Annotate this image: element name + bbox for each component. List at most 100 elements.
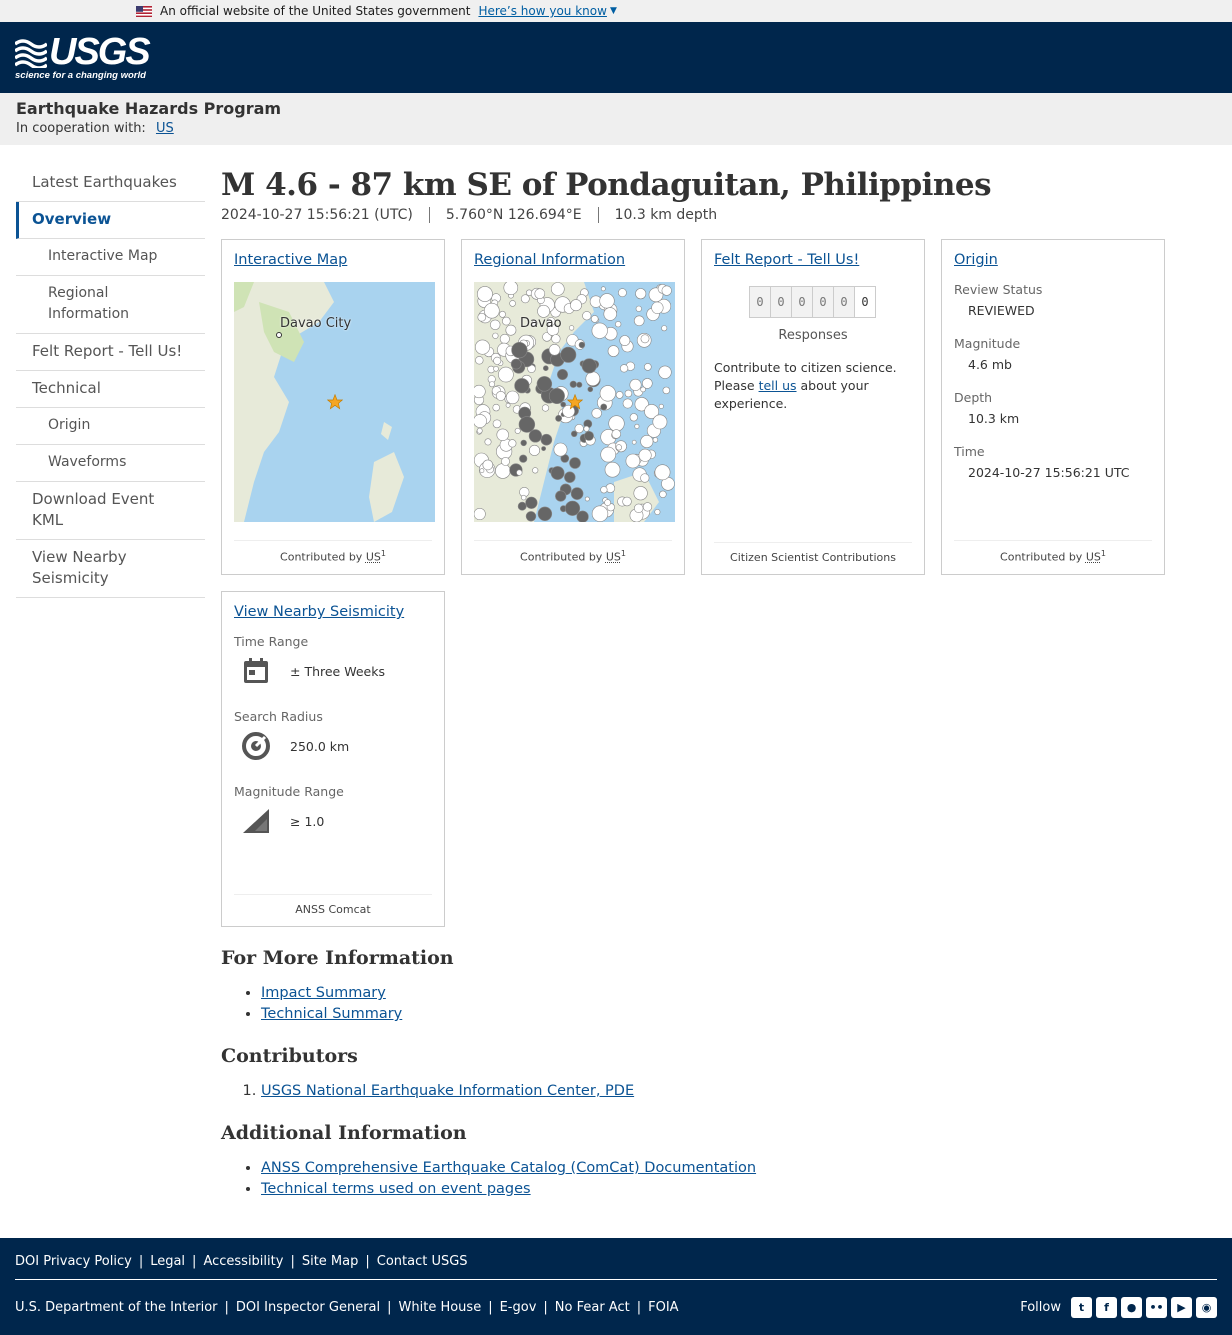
seismic-event-marker xyxy=(611,429,622,439)
seismic-event-marker xyxy=(492,403,500,412)
sidebar-item-download-kml[interactable]: Download Event KML xyxy=(16,482,205,540)
sidebar-item-interactive-map[interactable]: Interactive Map xyxy=(16,239,205,276)
seismic-event-marker xyxy=(640,435,654,449)
neic-link[interactable]: USGS National Earthquake Information Cen… xyxy=(261,1083,634,1099)
footer-sup: 1 xyxy=(380,549,386,559)
seismic-event-marker xyxy=(528,444,540,456)
seismic-event-marker xyxy=(583,425,590,432)
footer-prefix: Contributed by xyxy=(280,551,363,564)
twitter-icon[interactable]: t xyxy=(1071,1296,1092,1318)
regional-map-thumbnail[interactable]: Davao xyxy=(474,282,675,522)
seismic-event-marker xyxy=(503,282,519,295)
counter-digit: 0 xyxy=(833,286,855,318)
seismic-event-marker xyxy=(642,502,653,512)
seismic-event-marker xyxy=(600,486,608,494)
sidebar-item-overview[interactable]: Overview xyxy=(16,202,205,239)
regional-card-footer: Contributed by US1 xyxy=(474,540,672,564)
footer-separator: | xyxy=(636,1299,642,1315)
sidebar-item-felt-report[interactable]: Felt Report - Tell Us! xyxy=(16,334,205,371)
felt-report-link[interactable]: Felt Report - Tell Us! xyxy=(714,252,859,268)
seismic-event-marker xyxy=(475,339,490,355)
responses-label: Responses xyxy=(778,328,848,343)
seismic-event-marker xyxy=(619,335,631,346)
github-icon[interactable]: ● xyxy=(1121,1296,1142,1318)
footer-link-no-fear[interactable]: No Fear Act xyxy=(555,1300,630,1315)
origin-card: Origin Review Status REVIEWED Magnitude … xyxy=(941,239,1165,575)
footer-link-accessibility[interactable]: Accessibility xyxy=(203,1254,283,1269)
footer-link-site-map[interactable]: Site Map xyxy=(302,1254,359,1269)
seismic-event-marker xyxy=(555,490,567,502)
footer-link-contact[interactable]: Contact USGS xyxy=(377,1254,468,1269)
seismic-event-marker xyxy=(514,378,530,394)
interactive-map-link[interactable]: Interactive Map xyxy=(234,252,347,268)
sidebar-item-nearby-seismicity[interactable]: View Nearby Seismicity xyxy=(16,540,205,598)
flickr-icon[interactable]: •• xyxy=(1146,1296,1167,1318)
more-info-list: Impact Summary Technical Summary xyxy=(261,983,1211,1025)
footer-separator: | xyxy=(488,1299,493,1315)
map-city-label: Davao City xyxy=(280,316,352,331)
interactive-map-thumbnail[interactable]: Davao City xyxy=(234,282,435,522)
usgs-logo[interactable]: USGS science for a changing world xyxy=(15,33,151,81)
comcat-docs-link[interactable]: ANSS Comprehensive Earthquake Catalog (C… xyxy=(261,1160,756,1176)
footer-link-privacy[interactable]: DOI Privacy Policy xyxy=(15,1254,132,1269)
footer-contributor-abbr: US xyxy=(1085,551,1101,564)
time-value: 2024-10-27 15:56:21 UTC xyxy=(968,465,1130,480)
magnitude-label: Magnitude xyxy=(954,336,1021,351)
footer-link-doi[interactable]: U.S. Department of the Interior xyxy=(15,1300,218,1315)
origin-link[interactable]: Origin xyxy=(954,252,998,268)
footer-link-inspector-general[interactable]: DOI Inspector General xyxy=(236,1300,380,1315)
seismic-event-marker xyxy=(551,334,561,344)
seismic-event-marker xyxy=(520,294,530,304)
seismic-event-marker xyxy=(476,427,483,434)
follow-label: Follow xyxy=(1020,1299,1061,1315)
technical-terms-link[interactable]: Technical terms used on event pages xyxy=(261,1181,531,1197)
seismic-event-marker xyxy=(568,325,575,331)
technical-summary-link[interactable]: Technical Summary xyxy=(261,1006,402,1022)
impact-summary-link[interactable]: Impact Summary xyxy=(261,985,386,1001)
seismic-event-marker xyxy=(493,366,499,372)
seismic-event-marker xyxy=(541,446,546,451)
seismic-event-marker xyxy=(564,500,581,516)
sidebar-item-technical[interactable]: Technical xyxy=(16,371,205,408)
event-time: 2024-10-27 15:56:21 (UTC) xyxy=(221,207,430,223)
footer-link-white-house[interactable]: White House xyxy=(399,1300,482,1315)
footer-link-foia[interactable]: FOIA xyxy=(648,1300,678,1315)
seismic-event-marker xyxy=(615,391,624,399)
sidebar-item-regional-information[interactable]: Regional Information xyxy=(16,276,205,334)
seismic-event-marker xyxy=(508,439,517,448)
seismic-event-marker xyxy=(525,511,537,522)
instagram-icon[interactable]: ◉ xyxy=(1196,1296,1217,1318)
seismic-event-marker xyxy=(555,414,562,422)
nearby-seismicity-link[interactable]: View Nearby Seismicity xyxy=(234,604,404,620)
seismic-event-marker xyxy=(629,413,638,422)
seismic-event-marker xyxy=(505,324,517,336)
seismic-event-marker xyxy=(483,302,500,319)
seismic-event-marker xyxy=(510,358,522,370)
tell-us-link[interactable]: tell us xyxy=(759,378,797,393)
sidebar-item-origin[interactable]: Origin xyxy=(16,408,205,445)
footer-link-egov[interactable]: E-gov xyxy=(500,1300,537,1315)
logo-tagline: science for a changing world xyxy=(15,69,146,81)
seismic-event-marker xyxy=(570,299,582,312)
seismic-event-marker xyxy=(600,286,606,292)
coop-link[interactable]: US xyxy=(156,121,174,136)
seismic-event-marker xyxy=(638,448,652,462)
chevron-down-icon[interactable]: ▼ xyxy=(610,6,617,16)
seismic-event-marker xyxy=(482,459,494,471)
facebook-icon[interactable]: f xyxy=(1096,1296,1117,1318)
how-you-know-link[interactable]: Here’s how you know xyxy=(478,4,607,18)
seismic-event-marker xyxy=(584,496,590,502)
counter-digit: 0 xyxy=(791,286,813,318)
footer-link-legal[interactable]: Legal xyxy=(150,1254,185,1269)
regional-information-link[interactable]: Regional Information xyxy=(474,252,625,268)
sidebar-item-latest-earthquakes[interactable]: Latest Earthquakes xyxy=(16,165,205,202)
youtube-icon[interactable]: ▶ xyxy=(1171,1296,1192,1318)
contributors-heading: Contributors xyxy=(221,1045,358,1067)
main-content: M 4.6 - 87 km SE of Pondaguitan, Philipp… xyxy=(221,165,1211,1239)
seismic-event-marker xyxy=(581,358,597,374)
gov-banner-text: An official website of the United States… xyxy=(160,4,471,18)
origin-card-footer: Contributed by US1 xyxy=(954,540,1152,564)
seismic-event-marker xyxy=(490,319,501,330)
sidebar-item-waveforms[interactable]: Waveforms xyxy=(16,445,205,482)
footer-separator: | xyxy=(387,1299,392,1315)
